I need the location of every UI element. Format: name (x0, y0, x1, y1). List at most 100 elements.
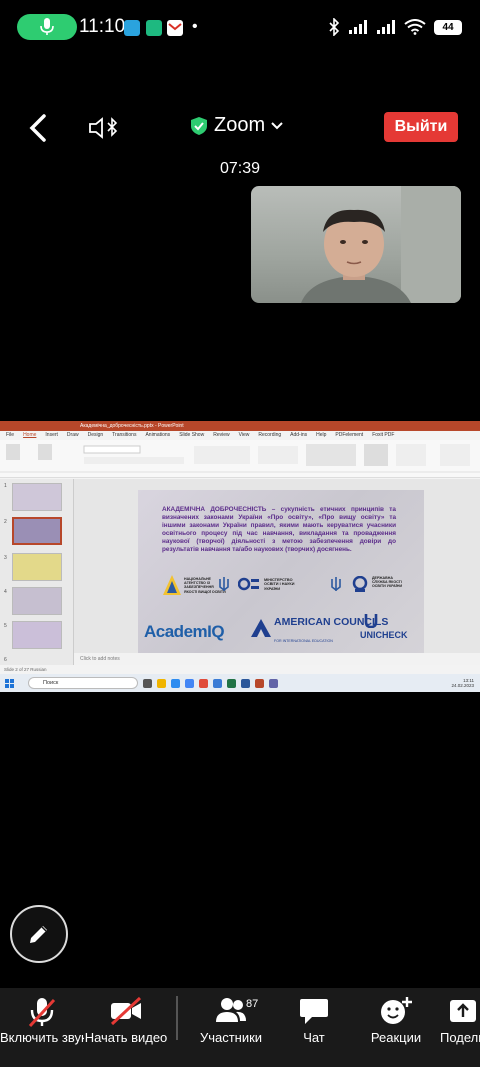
participants-icon (216, 998, 246, 1022)
ppt-tab[interactable]: PDFelement (335, 431, 363, 440)
unicheck-logo: UNICHECK (360, 630, 408, 640)
video-off-icon (110, 996, 142, 1026)
start-video-label: Начать видео (84, 1030, 168, 1045)
chrome-icon[interactable] (185, 678, 194, 688)
opera-icon[interactable] (199, 678, 208, 688)
pencil-icon (30, 926, 47, 943)
american-councils-logo-icon (251, 619, 271, 637)
meeting-title-dropdown[interactable]: Zoom (190, 114, 283, 137)
battery-indicator: 44 (434, 19, 462, 35)
meeting-title: Zoom (214, 114, 266, 136)
ppt-tab[interactable]: Foxit PDF (372, 431, 394, 440)
participant-video (301, 186, 461, 303)
clock: 11:10 (79, 16, 126, 37)
ppt-tab[interactable]: Add-ins (290, 431, 307, 440)
ppt-workspace: 1 2 3 4 5 6 АКАДЕМІЧНА ДОБРОЧЕСНІСТЬ – с… (0, 479, 480, 665)
slide-thumbnails: 1 2 3 4 5 6 (0, 479, 74, 665)
trident-icon (331, 577, 341, 591)
ppt-tab[interactable]: Home (23, 431, 36, 440)
ppt-tab[interactable]: Help (316, 431, 326, 440)
meeting-topbar: Zoom Выйти (0, 108, 480, 148)
unmute-button[interactable]: Включить звук (0, 988, 84, 1067)
leave-meeting-button[interactable]: Выйти (384, 112, 458, 142)
speaker-bluetooth-icon[interactable] (88, 116, 122, 140)
agency-logo-icon (163, 575, 181, 595)
chat-label: Чат (303, 1030, 325, 1045)
service-logo-icon (352, 576, 368, 592)
file-explorer-icon[interactable] (157, 678, 166, 688)
powerpoint-icon[interactable] (255, 678, 264, 688)
share-button[interactable]: Поделиться (440, 988, 480, 1067)
word-icon[interactable] (241, 678, 250, 688)
academiq-logo: AcademIQ (144, 622, 225, 641)
meeting-toolbar: Включить звук Начать видео 87 Участники … (0, 988, 480, 1067)
american-councils-subtitle: FOR INTERNATIONAL EDUCATION (274, 639, 333, 643)
wifi-icon (404, 19, 426, 35)
unicheck-logo-icon (364, 614, 378, 628)
telegram-icon (124, 20, 140, 36)
ppt-ribbon (0, 440, 480, 478)
ppt-tab[interactable]: Design (88, 431, 104, 440)
share-screen-icon (450, 1000, 476, 1022)
zoom-app-icon[interactable] (213, 678, 222, 688)
slide-thumbnail[interactable] (12, 483, 62, 511)
shield-check-icon (191, 116, 207, 135)
active-mic-indicator[interactable] (17, 14, 77, 40)
participants-count: 87 (246, 998, 259, 1010)
ppt-tab[interactable]: Insert (45, 431, 58, 440)
microphone-icon (40, 18, 54, 35)
taskbar-search[interactable]: Поиск (28, 677, 138, 689)
share-label: Поделиться (440, 1030, 480, 1045)
ppt-tab[interactable]: File (6, 431, 14, 440)
current-slide[interactable]: АКАДЕМІЧНА ДОБРОЧЕСНІСТЬ – сукупність ет… (138, 490, 424, 653)
ppt-tab[interactable]: Animations (145, 431, 170, 440)
windows-start-icon[interactable] (5, 678, 14, 688)
windows-taskbar: Поиск 13:11 24.02.2023 (0, 674, 480, 692)
chevron-down-icon (271, 121, 283, 129)
ppt-tab[interactable]: Transitions (112, 431, 136, 440)
notes-pane[interactable]: Click to add notes (74, 653, 480, 665)
signal-icon-2 (377, 20, 395, 34)
slide-definition-text: АКАДЕМІЧНА ДОБРОЧЕСНІСТЬ – сукупність ет… (162, 506, 396, 553)
trident-icon (219, 577, 229, 591)
shared-screen[interactable]: Академічна_доброчесність.pptx - PowerPoi… (0, 421, 480, 692)
signal-icon (349, 20, 367, 34)
bluetooth-icon (329, 18, 340, 36)
taskbar-clock: 13:11 24.02.2023 (451, 677, 474, 689)
reactions-button[interactable]: Реакции (362, 988, 430, 1067)
ppt-tab[interactable]: View (239, 431, 250, 440)
ppt-ribbon-tabs: File Home Insert Draw Design Transitions… (0, 431, 480, 440)
ppt-status-bar: Slide 2 of 27 Russian (0, 665, 480, 674)
ppt-tab[interactable]: Recording (258, 431, 281, 440)
slide-thumbnail[interactable] (12, 587, 62, 615)
reactions-icon (381, 997, 412, 1024)
participants-button[interactable]: 87 Участники (190, 988, 272, 1067)
task-view-icon[interactable] (143, 678, 152, 688)
slide-thumbnail[interactable] (12, 553, 62, 581)
mic-muted-icon (28, 998, 56, 1028)
edge-icon[interactable] (171, 678, 180, 688)
ppt-tab[interactable]: Slide Show (179, 431, 204, 440)
ministry-logo-text: МІНІСТЕРСТВО ОСВІТИ І НАУКИ УКРАЇНИ (264, 578, 295, 591)
start-video-button[interactable]: Начать видео (84, 988, 168, 1067)
slide-thumbnail[interactable] (12, 621, 62, 649)
ribbon-toolbar-icons (0, 444, 480, 473)
back-arrow-icon[interactable] (24, 112, 54, 144)
ppt-tab[interactable]: Draw (67, 431, 79, 440)
more-notifications-icon: • (192, 18, 198, 35)
slide-thumbnail-active[interactable] (12, 517, 62, 545)
service-logo-text: ДЕРЖАВНА СЛУЖБА ЯКОСТІ ОСВІТИ УКРАЇНИ (372, 576, 403, 589)
annotate-button[interactable] (10, 905, 68, 963)
reactions-label: Реакции (370, 1030, 422, 1045)
ppt-tab[interactable]: Review (213, 431, 229, 440)
excel-icon[interactable] (227, 678, 236, 688)
toolbar-divider (176, 996, 178, 1040)
chat-icon (300, 999, 328, 1024)
ministry-logo-icon (238, 577, 259, 591)
ppt-title-bar: Академічна_доброчесність.pptx - PowerPoi… (0, 421, 480, 431)
app-notification-icon (146, 20, 162, 36)
chat-button[interactable]: Чат (286, 988, 342, 1067)
status-bar: 11:10 • 44 (0, 14, 480, 44)
video-tile[interactable] (251, 186, 461, 303)
teams-icon[interactable] (269, 678, 278, 688)
